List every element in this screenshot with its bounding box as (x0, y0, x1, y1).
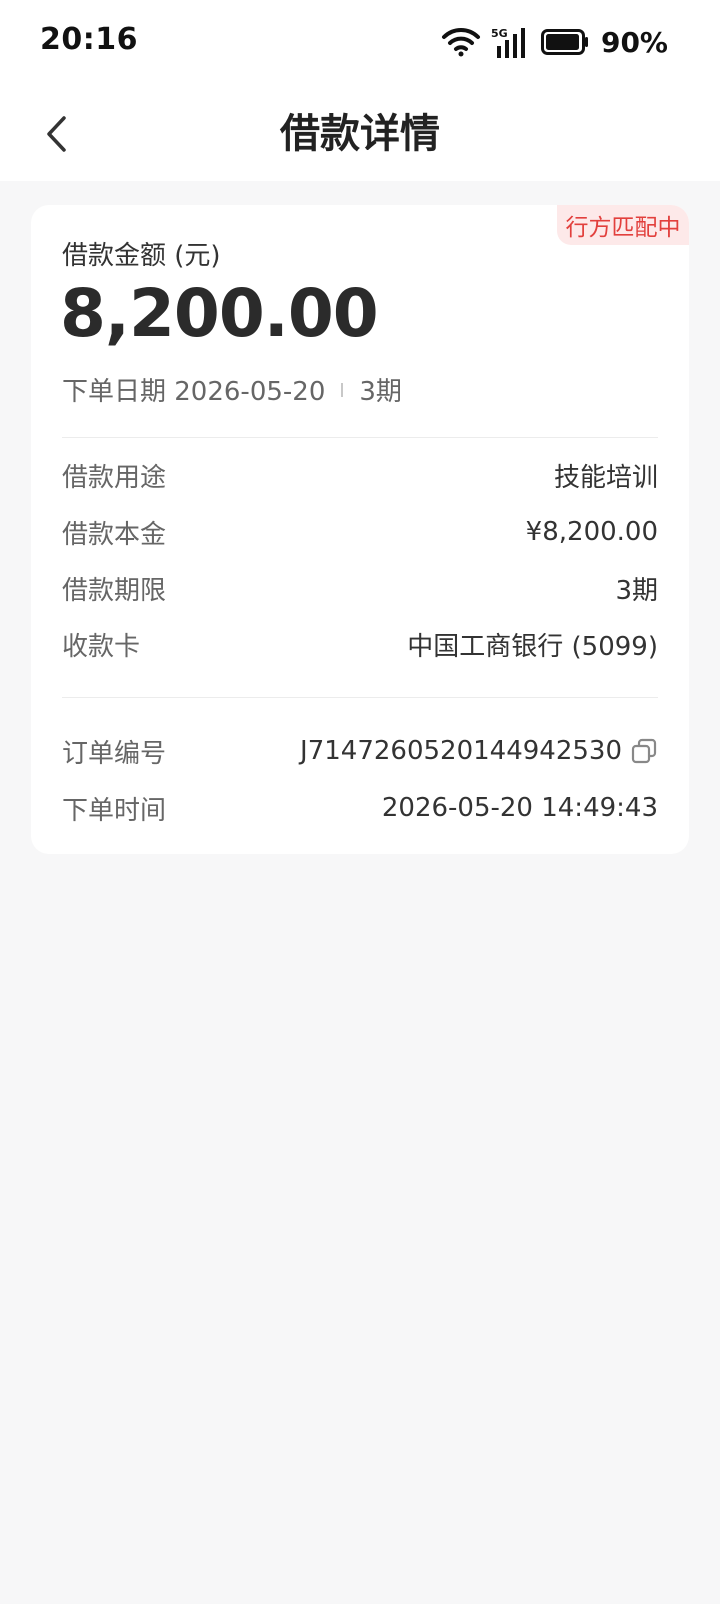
detail-label: 借款本金 (62, 519, 167, 550)
divider (62, 437, 658, 438)
loan-detail-card: 行方匹配中 借款金额 (元) 8,200.00 下单日期 2026-05-20 … (31, 205, 689, 854)
order-meta: 下单日期 2026-05-20 3期 (62, 371, 402, 408)
detail-row-receiving-card: 收款卡 中国工商银行 (5099) (62, 622, 658, 666)
detail-label: 下单时间 (62, 795, 167, 826)
page-title: 借款详情 (280, 111, 440, 157)
detail-row-order-time: 下单时间 2026-05-20 14:49:43 (62, 786, 658, 830)
detail-row-order-number: 订单编号 J7147260520144942530 (62, 729, 658, 773)
detail-value: 中国工商银行 (5099) (407, 631, 658, 662)
detail-label: 借款期限 (62, 575, 167, 606)
detail-label: 订单编号 (62, 738, 167, 769)
wifi-icon (441, 27, 480, 57)
copy-icon[interactable] (630, 737, 658, 765)
detail-row-principal: 借款本金 ¥8,200.00 (62, 510, 658, 554)
amount-value: 8,200.00 (60, 275, 379, 352)
detail-value: 2026-05-20 14:49:43 (381, 793, 658, 823)
divider (62, 697, 658, 698)
detail-row-purpose: 借款用途 技能培训 (62, 453, 658, 497)
status-badge: 行方匹配中 (557, 205, 689, 245)
status-icons: 5G 90% (441, 22, 668, 62)
meta-separator (341, 382, 344, 397)
order-date: 下单日期 2026-05-20 (62, 377, 326, 407)
status-bar: 20:16 5G 90% (0, 0, 720, 82)
order-number-value: J7147260520144942530 (300, 736, 622, 766)
signal-icon: 5G (491, 27, 525, 58)
status-time: 20:16 (40, 22, 138, 57)
detail-label: 借款用途 (62, 462, 167, 493)
network-type-label: 5G (491, 27, 508, 40)
detail-value: ¥8,200.00 (525, 517, 658, 547)
amount-label: 借款金额 (元) (62, 241, 221, 271)
detail-value: 技能培训 (553, 462, 658, 493)
detail-label: 收款卡 (62, 631, 141, 662)
term-short: 3期 (359, 377, 402, 407)
detail-row-term: 借款期限 3期 (62, 566, 658, 610)
battery-percent: 90% (600, 25, 668, 59)
top-area: 20:16 5G 90% 借款详情 (0, 0, 720, 181)
nav-bar: 借款详情 (0, 90, 720, 178)
order-number-value-wrap: J7147260520144942530 (300, 736, 658, 766)
battery-icon (540, 29, 588, 55)
detail-value: 3期 (615, 575, 658, 606)
